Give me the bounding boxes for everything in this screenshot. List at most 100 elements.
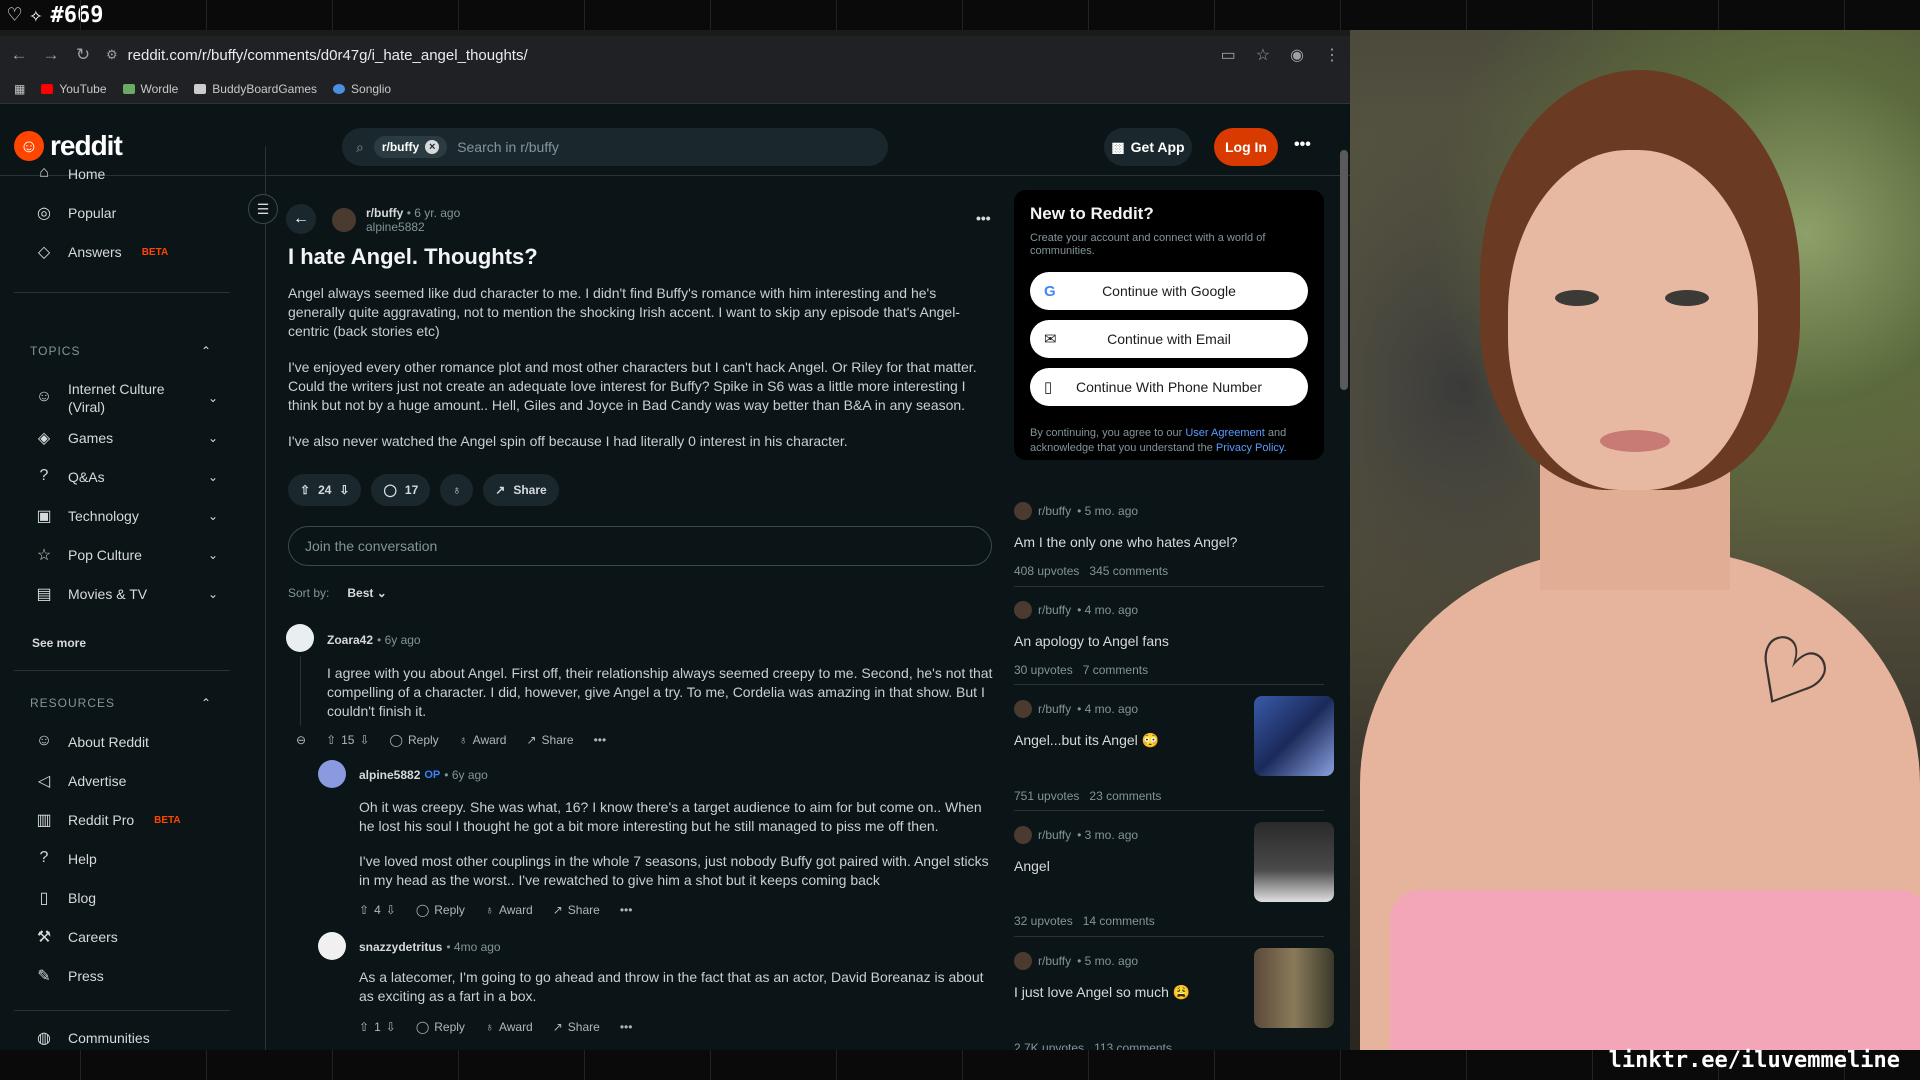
topic-movies-tv[interactable]: ▤ Movies & TV ⌄ xyxy=(34,584,218,604)
comment-author[interactable]: snazzydetritus xyxy=(359,940,442,954)
url-field[interactable]: ⚙ reddit.com/r/buffy/comments/d0r47g/i_h… xyxy=(106,40,1207,70)
comments-button[interactable]: ◯ 17 xyxy=(371,474,431,506)
resource-reddit-pro[interactable]: ▥ Reddit Pro BETA xyxy=(34,810,180,830)
more-icon[interactable]: ••• xyxy=(594,733,607,747)
resource-press[interactable]: ✎ Press xyxy=(34,966,104,986)
award-button[interactable]: ♁ xyxy=(440,474,474,506)
share-button[interactable]: ↗ Share xyxy=(553,1020,600,1034)
bookmark-youtube[interactable]: YouTube xyxy=(41,82,107,96)
topic-pop-culture[interactable]: ☆ Pop Culture ⌄ xyxy=(34,545,218,565)
chevron-up-icon: ⌃ xyxy=(200,344,212,358)
megaphone-icon: ◁ xyxy=(37,773,51,790)
award-button[interactable]: ♁ Award xyxy=(485,1020,533,1034)
continue-email-button[interactable]: ✉ Continue with Email xyxy=(1030,320,1308,358)
resource-communities[interactable]: ◍ Communities xyxy=(34,1028,150,1048)
bookmark-buddyboardgames[interactable]: BuddyBoardGames xyxy=(194,82,317,96)
cast-icon[interactable]: ▭ xyxy=(1221,45,1236,65)
topics-header[interactable]: TOPICS ⌃ xyxy=(30,344,212,358)
collapse-icon[interactable]: ⊖ xyxy=(296,733,306,747)
site-settings-icon[interactable]: ⚙ xyxy=(106,47,118,63)
post-options-icon[interactable]: ••• xyxy=(976,210,991,226)
bookmark-wordle[interactable]: Wordle xyxy=(122,82,178,96)
downvote-icon[interactable]: ⇩ xyxy=(339,483,349,497)
vote-control[interactable]: ⇧ 24 ⇩ xyxy=(288,474,362,506)
chevron-down-icon: ⌄ xyxy=(207,431,218,445)
thread-line[interactable] xyxy=(300,656,301,726)
chevron-up-icon: ⌃ xyxy=(200,696,212,710)
avatar[interactable] xyxy=(318,760,346,788)
back-arrow-icon[interactable]: ← xyxy=(286,204,316,234)
comment-text: I've loved most other couplings in the w… xyxy=(359,853,989,888)
forward-icon[interactable]: → xyxy=(42,45,60,65)
share-button[interactable]: ↗ Share xyxy=(483,474,559,506)
reply-button[interactable]: ◯ Reply xyxy=(416,1020,465,1034)
apps-icon[interactable]: ▦ xyxy=(14,82,25,96)
post-thumbnail[interactable] xyxy=(1254,948,1334,1028)
subreddit-avatar[interactable] xyxy=(332,208,356,232)
more-icon[interactable]: ••• xyxy=(620,1020,633,1034)
see-more-link[interactable]: See more xyxy=(32,636,86,650)
upvote-icon[interactable]: ⇧ xyxy=(300,483,310,497)
topic-qas[interactable]: ? Q&As ⌄ xyxy=(34,467,218,487)
internet-culture-icon: ☺ xyxy=(35,388,53,405)
clapperboard-icon: ▤ xyxy=(36,586,52,603)
address-bar: ← → ↻ ⚙ reddit.com/r/buffy/comments/d0r4… xyxy=(0,36,1350,74)
resource-about-reddit[interactable]: ☺ About Reddit xyxy=(34,732,149,752)
post-thumbnail[interactable] xyxy=(1254,822,1334,902)
award-button[interactable]: ♁ Award xyxy=(459,733,507,747)
continue-google-button[interactable]: G Continue with Google xyxy=(1030,272,1308,310)
reply-button[interactable]: ◯ Reply xyxy=(416,903,465,917)
profile-icon[interactable]: ◉ xyxy=(1290,45,1304,65)
topic-games[interactable]: ◈ Games ⌄ xyxy=(34,428,218,448)
comment-vote[interactable]: ⇧ 4 ⇩ xyxy=(359,903,396,917)
resource-advertise[interactable]: ◁ Advertise xyxy=(34,771,127,791)
share-icon: ↗ xyxy=(495,483,506,497)
privacy-policy-link[interactable]: Privacy Policy. xyxy=(1216,442,1287,454)
bookmark-star-icon[interactable]: ☆ xyxy=(1256,45,1270,65)
share-button[interactable]: ↗ Share xyxy=(553,903,600,917)
resource-careers[interactable]: ⚒ Careers xyxy=(34,927,118,947)
topic-internet-culture[interactable]: ☺ Internet Culture (Viral) ⌄ xyxy=(34,380,218,416)
post-meta: r/buffy • 6 yr. ago alpine5882 xyxy=(366,206,461,234)
reply-button[interactable]: ◯ Reply xyxy=(390,733,439,747)
share-button[interactable]: ↗ Share xyxy=(526,733,573,747)
resources-header[interactable]: RESOURCES ⌃ xyxy=(30,696,212,710)
join-conversation-input[interactable]: Join the conversation xyxy=(288,526,992,566)
sort-dropdown[interactable]: Best ⌄ xyxy=(347,586,386,600)
comment-vote[interactable]: ⇧ 1 ⇩ xyxy=(359,1020,396,1034)
resource-help[interactable]: ? Help xyxy=(34,849,97,869)
post-author[interactable]: alpine5882 xyxy=(366,220,425,234)
sidebar-item-popular[interactable]: ◎ Popular xyxy=(34,203,116,223)
more-icon[interactable]: ••• xyxy=(620,903,633,917)
downvote-icon: ⇩ xyxy=(385,903,396,917)
chevron-down-icon: ⌄ xyxy=(207,470,218,484)
comment-vote[interactable]: ⇧ 15 ⇩ xyxy=(326,733,369,747)
related-post[interactable]: r/buffy • 5 mo. ago Am I the only one who… xyxy=(1014,502,1324,578)
chevron-down-icon: ⌄ xyxy=(207,391,218,405)
comment-author[interactable]: alpine5882 xyxy=(359,768,420,782)
browser-menu-icon[interactable]: ⋮ xyxy=(1324,45,1340,65)
post-thumbnail[interactable] xyxy=(1254,696,1334,776)
communities-icon: ◍ xyxy=(37,1030,51,1047)
comment-author[interactable]: Zoara42 xyxy=(327,633,373,647)
page-scrollbar[interactable] xyxy=(1340,150,1348,390)
reddit-icon: ☺ xyxy=(35,732,53,749)
sidebar-item-home[interactable]: ⌂ Home xyxy=(34,164,105,184)
share-icon: ↗ xyxy=(526,733,537,747)
continue-phone-button[interactable]: ▯ Continue With Phone Number xyxy=(1030,368,1308,406)
avatar[interactable] xyxy=(286,624,314,652)
back-icon[interactable]: ← xyxy=(10,45,28,65)
resource-blog[interactable]: ▯ Blog xyxy=(34,888,96,908)
avatar[interactable] xyxy=(318,932,346,960)
user-agreement-link[interactable]: User Agreement xyxy=(1185,427,1264,439)
bookmark-songlio[interactable]: Songlio xyxy=(333,82,391,96)
comment-actions: ⇧ 4 ⇩ ◯ Reply ♁ Award ↗ Share ••• xyxy=(359,903,632,917)
topic-technology[interactable]: ▣ Technology ⌄ xyxy=(34,506,218,526)
subreddit-link[interactable]: r/buffy xyxy=(366,206,403,220)
sidebar-toggle-icon[interactable]: ☰ xyxy=(248,194,278,224)
reload-icon[interactable]: ↻ xyxy=(74,45,92,65)
award-button[interactable]: ♁ Award xyxy=(485,903,533,917)
related-post[interactable]: r/buffy • 4 mo. ago An apology to Angel f… xyxy=(1014,601,1324,677)
sidebar-item-answers[interactable]: ◇ Answers BETA xyxy=(34,242,168,262)
comment-actions: ⊖ ⇧ 15 ⇩ ◯ Reply ♁ Award ↗ Share ••• xyxy=(296,733,606,747)
